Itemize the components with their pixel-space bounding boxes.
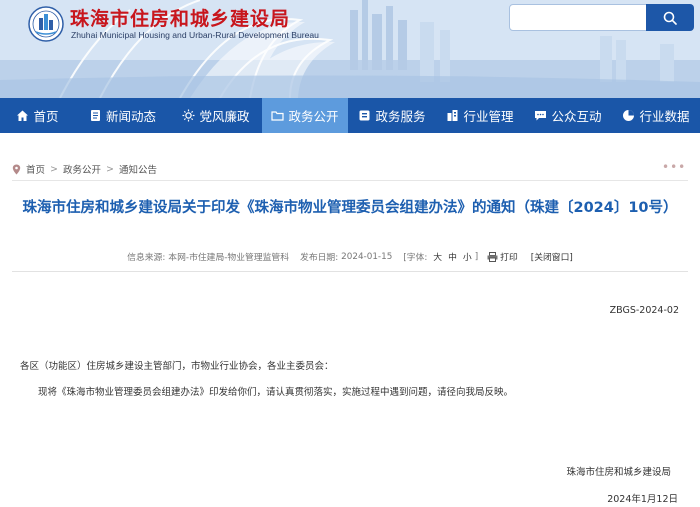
font-size-bracket: ] [474, 251, 479, 262]
breadcrumb-home[interactable]: 首页 [26, 162, 45, 176]
building-icon [447, 110, 458, 121]
nav-item-public-interaction[interactable]: 公众互动 [524, 98, 612, 133]
nav-item-industry-mgmt[interactable]: 行业管理 [436, 98, 524, 133]
breadcrumb: 首页 > 政务公开 > 通知公告 [12, 161, 157, 177]
breadcrumb-separator: > [106, 163, 114, 175]
site-subtitle: Zhuhai Municipal Housing and Urban-Rural… [71, 30, 319, 40]
publish-date: 2024-01-15 [341, 251, 393, 262]
divider [12, 180, 688, 181]
main-nav: 首页 新闻动态 党风廉政 政务公开 政务服务 行业管理 公众互动 行业数据 [0, 98, 700, 133]
nav-label: 政务服务 [375, 109, 426, 124]
chat-icon [535, 111, 547, 121]
close-window-link[interactable]: [关闭窗口] [531, 250, 573, 263]
signature: 珠海市住房和城乡建设局 [566, 467, 671, 478]
nav-item-services[interactable]: 政务服务 [348, 98, 436, 133]
service-icon [359, 110, 370, 121]
nav-label: 公众互动 [551, 109, 602, 124]
source-label: 信息来源: [127, 253, 166, 263]
font-size-medium[interactable]: 中 [448, 250, 457, 263]
sign-date: 2024年1月12日 [607, 494, 678, 505]
sun-icon [182, 109, 195, 122]
nav-label: 党风廉政 [199, 109, 250, 124]
breadcrumb-separator: > [50, 163, 58, 175]
divider [12, 271, 688, 272]
nav-item-industry-data[interactable]: 行业数据 [612, 98, 700, 133]
search-button[interactable] [646, 4, 694, 31]
nav-label: 行业数据 [639, 109, 690, 124]
nav-label: 行业管理 [463, 109, 514, 124]
breadcrumb-gov-affairs[interactable]: 政务公开 [63, 162, 101, 176]
salutation: 各区（功能区）住房城乡建设主管部门，市物业行业协会，各业主委员会： [20, 361, 334, 372]
header-banner: 珠海市住房和城乡建设局 Zhuhai Municipal Housing and… [0, 0, 700, 98]
location-pin-icon [12, 164, 21, 174]
site-title: 珠海市住房和城乡建设局 [70, 8, 291, 30]
body-paragraph: 现将《珠海市物业管理委员会组建办法》印发给你们，请认真贯彻落实，实施过程中遇到问… [38, 387, 514, 398]
font-size-large[interactable]: 大 [433, 250, 442, 263]
nav-item-gov-affairs[interactable]: 政务公开 [262, 98, 348, 133]
date-label: 发布日期: [300, 253, 339, 263]
source-value: 本网-市住建局-物业管理监管科 [168, 253, 290, 263]
document-icon [90, 110, 100, 121]
nav-item-news[interactable]: 新闻动态 [75, 98, 170, 133]
printer-icon[interactable] [487, 251, 498, 262]
nav-label: 首页 [33, 109, 59, 124]
document-number: ZBGS-2024-02 [609, 305, 679, 316]
breadcrumb-notices[interactable]: 通知公告 [119, 162, 157, 176]
search-icon [663, 11, 677, 25]
bureau-logo [28, 6, 64, 42]
home-icon [17, 110, 29, 121]
print-link[interactable]: 打印 [500, 250, 518, 263]
more-options-icon[interactable]: ••• [662, 160, 686, 174]
search-input[interactable] [509, 4, 647, 31]
font-size-small[interactable]: 小 [463, 250, 472, 263]
article-title: 珠海市住房和城乡建设局关于印发《珠海市物业管理委员会组建办法》的通知（珠建〔20… [22, 200, 678, 216]
nav-label: 政务公开 [288, 109, 339, 124]
nav-item-home[interactable]: 首页 [0, 98, 75, 133]
nav-label: 新闻动态 [105, 109, 156, 124]
article-meta: 信息来源: 本网-市住建局-物业管理监管科 发布日期: 2024-01-15 [… [0, 250, 700, 263]
folder-icon [271, 111, 285, 121]
nav-item-integrity[interactable]: 党风廉政 [170, 98, 262, 133]
font-size-label: [字体: [403, 253, 428, 263]
pie-chart-icon [623, 110, 635, 121]
